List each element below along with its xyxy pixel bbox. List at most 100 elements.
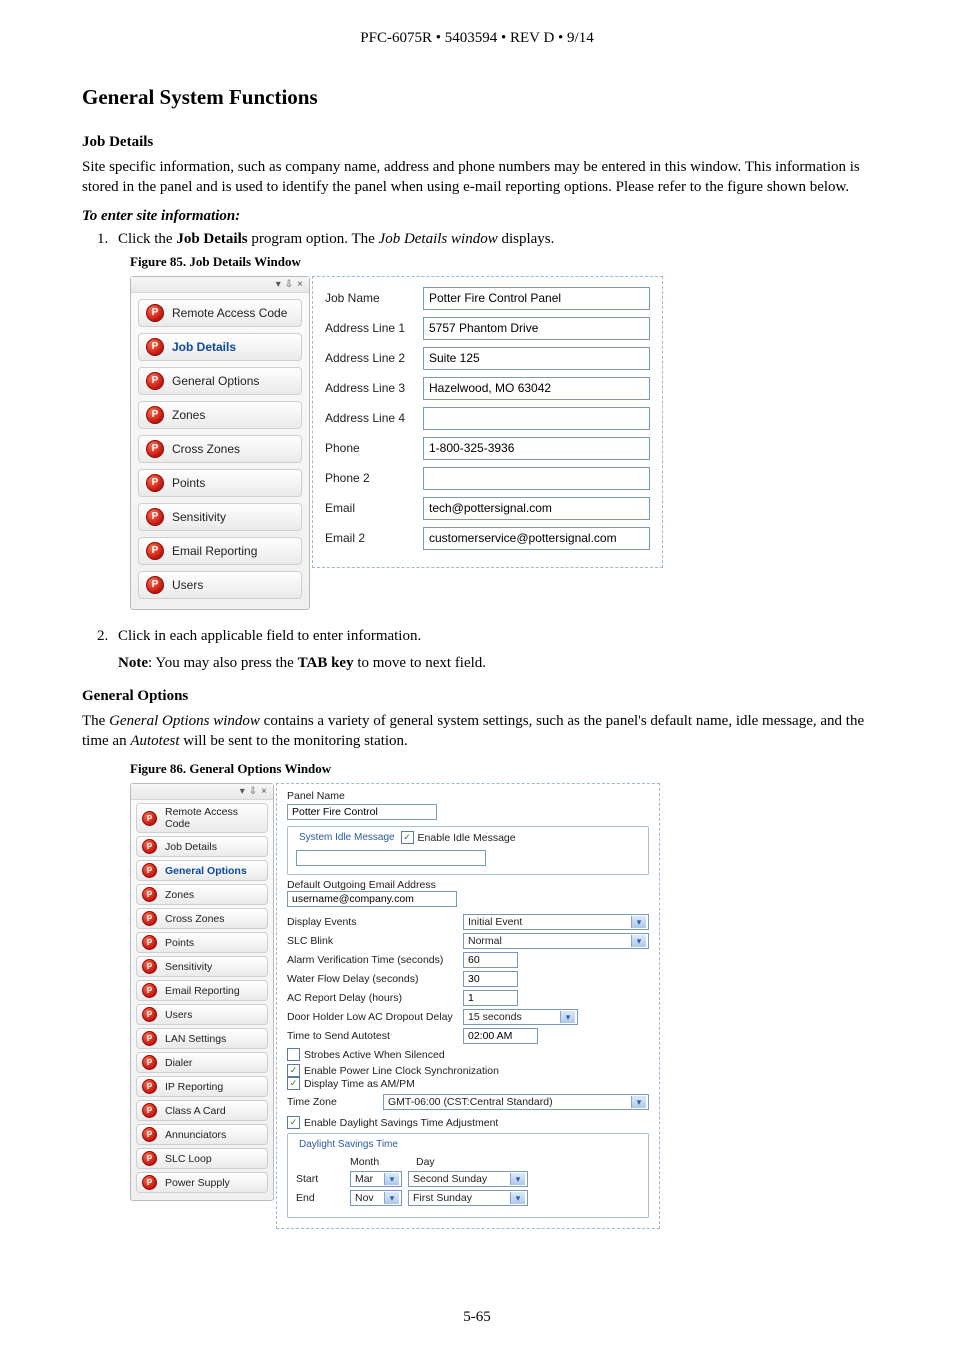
nav-label: Dialer [165,1057,192,1069]
p-icon: P [142,839,157,854]
nav-zones[interactable]: PZones [138,401,302,429]
p-icon: P [142,1175,157,1190]
nav-cross-zones[interactable]: PCross Zones [138,435,302,463]
nav-zones[interactable]: PZones [136,884,268,905]
nav-class-a-card[interactable]: PClass A Card [136,1100,268,1121]
phone2-input[interactable] [423,467,650,490]
water-flow-label: Water Flow Delay (seconds) [287,973,457,985]
panel-window-controls: ▾ ⇩ × [131,784,273,800]
email-input[interactable] [423,497,650,520]
nav-users[interactable]: PUsers [136,1004,268,1025]
nav-remote-access-code[interactable]: PRemote Access Code [138,299,302,327]
figure-85-caption: Figure 85. Job Details Window [130,254,872,270]
chevron-down-icon: ▾ [560,1011,575,1023]
general-options-heading: General Options [82,688,872,705]
nav-job-details[interactable]: PJob Details [138,333,302,361]
nav-general-options[interactable]: PGeneral Options [138,367,302,395]
nav-label: Zones [172,408,205,422]
nav-panel: ▾ ⇩ × P Remote Access Code PJob Details P… [130,783,274,1201]
water-flow-input[interactable] [463,971,518,987]
p-icon: P [142,935,157,950]
nav-general-options[interactable]: PGeneral Options [136,860,268,881]
close-icon[interactable]: × [261,786,267,797]
chevron-down-icon: ▾ [631,916,646,928]
p-icon: P [142,1151,157,1166]
dropdown-icon[interactable]: ▾ [276,279,281,290]
dropdown-icon[interactable]: ▾ [240,786,245,797]
ac-report-label: AC Report Delay (hours) [287,992,457,1004]
dst-end-month-select[interactable]: Nov▾ [350,1190,402,1206]
panel-name-input[interactable] [287,804,437,820]
nav-remote-access-code[interactable]: P Remote Access Code [136,803,268,833]
outgoing-email-input[interactable] [287,891,457,907]
p-icon: P [142,811,157,826]
p-icon: P [142,1127,157,1142]
display-events-select[interactable]: Initial Event▾ [463,914,649,930]
chevron-down-icon: ▾ [384,1173,399,1185]
nav-points[interactable]: PPoints [138,469,302,497]
nav-label: Sensitivity [165,961,212,973]
nav-email-reporting[interactable]: PEmail Reporting [138,537,302,565]
chevron-down-icon: ▾ [510,1192,525,1204]
ac-report-input[interactable] [463,990,518,1006]
enable-plcs-checkbox[interactable]: ✓Enable Power Line Clock Synchronization [287,1064,499,1077]
dst-start-day-select[interactable]: Second Sunday▾ [408,1171,528,1187]
pin-icon[interactable]: ⇩ [249,786,257,797]
nav-cross-zones[interactable]: PCross Zones [136,908,268,929]
general-options-paragraph: The General Options window contains a va… [82,711,872,752]
tz-select[interactable]: GMT-06:00 (CST:Central Standard)▾ [383,1094,649,1110]
alarm-verif-input[interactable] [463,952,518,968]
addr4-label: Address Line 4 [325,411,423,425]
idle-message-input[interactable] [296,850,486,866]
nav-users[interactable]: PUsers [138,571,302,599]
nav-label: Users [165,1009,192,1021]
nav-power-supply[interactable]: P Power Supply [136,1172,268,1193]
system-idle-legend: System Idle Message [296,832,398,843]
nav-label: General Options [165,865,247,877]
p-icon: P [146,372,164,390]
general-options-form: Panel Name System Idle Message ✓Enable I… [276,783,660,1229]
nav-sensitivity[interactable]: PSensitivity [136,956,268,977]
addr1-input[interactable] [423,317,650,340]
figure-86-caption: Figure 86. General Options Window [130,761,872,777]
strobes-checkbox[interactable]: Strobes Active When Silenced [287,1048,445,1061]
job-name-input[interactable] [423,287,650,310]
nav-lan-settings[interactable]: PLAN Settings [136,1028,268,1049]
autotest-input[interactable] [463,1028,538,1044]
job-details-paragraph: Site specific information, such as compa… [82,157,872,198]
nav-sensitivity[interactable]: PSensitivity [138,503,302,531]
addr3-input[interactable] [423,377,650,400]
email2-input[interactable] [423,527,650,550]
nav-job-details[interactable]: PJob Details [136,836,268,857]
door-holder-select[interactable]: 15 seconds▾ [463,1009,578,1025]
nav-slc-loop[interactable]: P SLC Loop [136,1148,268,1169]
phone-input[interactable] [423,437,650,460]
nav-dialer[interactable]: PDialer [136,1052,268,1073]
addr4-input[interactable] [423,407,650,430]
nav-label: SLC Loop [165,1153,212,1165]
dst-end-day-select[interactable]: First Sunday▾ [408,1190,528,1206]
nav-label: Remote Access Code [165,806,262,830]
nav-ip-reporting[interactable]: PIP Reporting [136,1076,268,1097]
dst-start-month-select[interactable]: Mar▾ [350,1171,402,1187]
enable-idle-checkbox[interactable]: ✓Enable Idle Message [401,831,516,844]
p-icon: P [146,474,164,492]
nav-annunciators[interactable]: PAnnunciators [136,1124,268,1145]
panel-window-controls: ▾ ⇩ × [131,277,309,293]
checkbox-icon: ✓ [287,1116,300,1129]
checkbox-icon: ✓ [287,1064,300,1077]
step-1: Click the Job Details program option. Th… [112,231,872,248]
nav-label: Power Supply [165,1177,230,1189]
slc-blink-select[interactable]: Normal▾ [463,933,649,949]
nav-email-reporting[interactable]: PEmail Reporting [136,980,268,1001]
p-icon: P [146,440,164,458]
close-icon[interactable]: × [297,279,303,290]
addr2-input[interactable] [423,347,650,370]
display-ampm-checkbox[interactable]: ✓Display Time as AM/PM [287,1077,415,1090]
nav-label: Cross Zones [165,913,225,925]
addr1-label: Address Line 1 [325,321,423,335]
pin-icon[interactable]: ⇩ [285,279,293,290]
nav-points[interactable]: PPoints [136,932,268,953]
enable-dst-checkbox[interactable]: ✓Enable Daylight Savings Time Adjustment [287,1116,498,1129]
nav-label: Remote Access Code [172,306,287,320]
